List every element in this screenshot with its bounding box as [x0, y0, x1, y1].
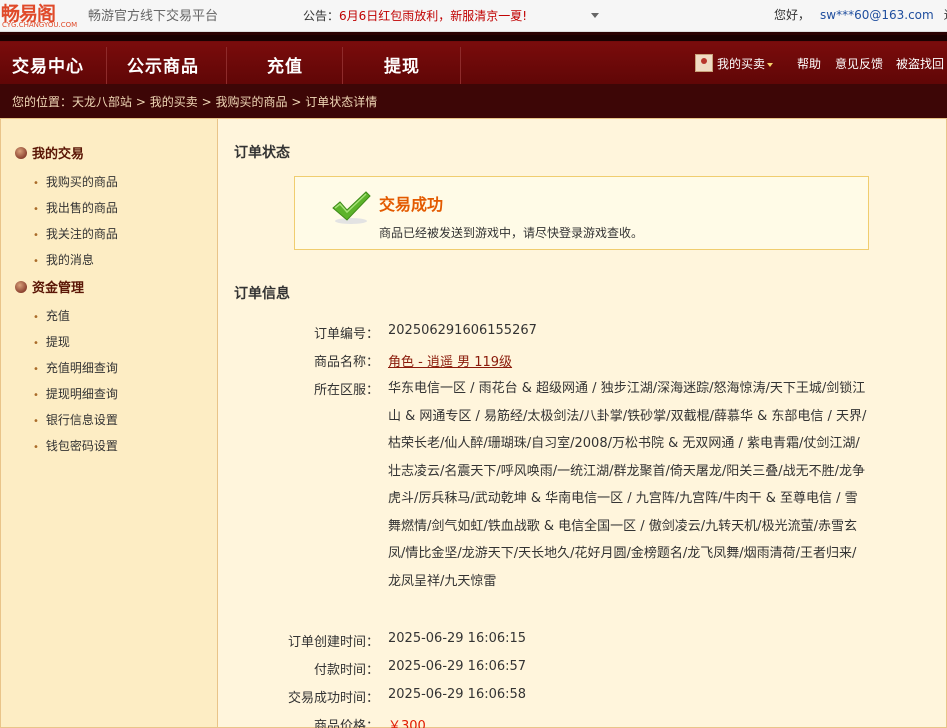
sidebar-item-label: 钱包密码设置: [45, 439, 118, 453]
nav-public-goods[interactable]: 公示商品: [127, 52, 199, 77]
sidebar-section-title: 我的交易: [32, 147, 85, 162]
breadcrumb-sep: >: [201, 95, 212, 109]
success-time-value: 2025-06-29 16:06:58: [388, 687, 527, 702]
item-name-link[interactable]: 角色 - 逍遥 男 119级: [388, 351, 512, 370]
sidebar-item-withdraw[interactable]: • 提现: [33, 333, 70, 350]
greeting-text: 您好，: [774, 8, 811, 22]
sidebar-item-recharge[interactable]: • 充值: [33, 307, 70, 324]
status-description: 商品已经被发送到游戏中，请尽快登录游戏查收。: [379, 226, 644, 240]
status-title: 交易成功: [379, 195, 444, 214]
order-info-heading: 订单信息: [234, 286, 290, 302]
order-status-heading: 订单状态: [234, 145, 290, 161]
help-link[interactable]: 帮助: [797, 55, 821, 72]
breadcrumb-sep: >: [135, 95, 146, 109]
breadcrumb: 您的位置：天龙八部站 > 我的买卖 > 我购买的商品 > 订单状态详情: [12, 93, 377, 110]
order-no-value: 202506291606155267: [388, 323, 537, 338]
sidebar-item-label: 我出售的商品: [45, 201, 118, 215]
nav-trade-center[interactable]: 交易中心: [12, 52, 84, 77]
chevron-down-icon: [767, 62, 774, 67]
platform-name: 畅游官方线下交易平台: [88, 9, 219, 24]
item-name-label: 商品名称：: [313, 355, 379, 370]
sidebar-item-label: 我购买的商品: [45, 175, 118, 189]
price-value: ￥300: [388, 719, 426, 728]
bullet-icon: •: [33, 390, 39, 401]
bullet-icon: •: [33, 178, 39, 189]
account-name[interactable]: sw***60@163.com: [820, 8, 934, 22]
nav-top-line: [0, 35, 947, 41]
bullet-icon: [15, 281, 27, 293]
bullet-icon: [15, 147, 27, 159]
breadcrumb-item[interactable]: 我购买的商品: [215, 95, 287, 109]
breadcrumb-item[interactable]: 天龙八部站: [72, 95, 132, 109]
paid-time-value: 2025-06-29 16:06:57: [388, 659, 527, 674]
main-nav: 交易中心 公示商品 充值 提现 我的买卖 帮助 意见反馈 被盗找回: [0, 32, 947, 85]
sidebar-item-label: 我的消息: [45, 253, 94, 267]
breadcrumb-current: 订单状态详情: [305, 95, 378, 109]
bullet-icon: •: [33, 230, 39, 241]
sidebar-item-label: 我关注的商品: [45, 227, 118, 241]
bullet-icon: •: [33, 442, 39, 453]
nav-divider: [460, 47, 461, 85]
sidebar-item-label: 充值: [45, 309, 70, 323]
nav-divider: [342, 47, 343, 85]
sidebar-section-my-trades[interactable]: 我的交易: [15, 143, 84, 162]
my-buy-label: 我的买卖: [717, 57, 766, 71]
sidebar-item-label: 提现明细查询: [45, 387, 118, 401]
breadcrumb-prefix: 您的位置：: [12, 95, 73, 109]
status-box: 交易成功 商品已经被发送到游戏中，请尽快登录游戏查收。: [294, 176, 869, 250]
price-label: 商品价格：: [313, 719, 379, 728]
bullet-icon: •: [33, 204, 39, 215]
success-time-label: 交易成功时间：: [287, 691, 379, 706]
theft-recovery-link[interactable]: 被盗找回: [896, 55, 944, 72]
feedback-link[interactable]: 意见反馈: [835, 55, 883, 72]
sidebar-item-bank-settings[interactable]: • 银行信息设置: [33, 411, 118, 428]
notice-dropdown-icon[interactable]: [591, 13, 599, 18]
breadcrumb-bar: 您的位置：天龙八部站 > 我的买卖 > 我购买的商品 > 订单状态详情: [0, 84, 947, 118]
created-time-label: 订单创建时间：: [287, 635, 379, 650]
breadcrumb-item[interactable]: 我的买卖: [150, 95, 198, 109]
sidebar-item-watched[interactable]: • 我关注的商品: [33, 225, 118, 242]
bullet-icon: •: [33, 256, 39, 267]
sidebar-item-label: 银行信息设置: [45, 413, 118, 427]
server-value: 华东电信一区 / 雨花台 & 超级网通 / 独步江湖/深海迷踪/怒海惊涛/天下王…: [388, 381, 867, 589]
created-time-value: 2025-06-29 16:06:15: [388, 631, 527, 646]
nav-divider: [106, 47, 107, 85]
bullet-icon: •: [33, 338, 39, 349]
sidebar-item-withdraw-history[interactable]: • 提现明细查询: [33, 385, 118, 402]
logo-sub: CYG.CHANGYOU.COM: [2, 21, 78, 29]
top-bar: 畅易阁 CYG.CHANGYOU.COM 畅游官方线下交易平台 公告：6月6日红…: [0, 0, 947, 32]
main-content: 订单状态 交易成功 商品已经被发送到游戏中，请尽快登录游戏查收。 订单信息 订单…: [218, 118, 947, 728]
paid-time-label: 付款时间：: [313, 663, 379, 678]
sidebar-section-funds[interactable]: 资金管理: [15, 277, 84, 296]
breadcrumb-sep: >: [291, 95, 302, 109]
sidebar-item-recharge-history[interactable]: • 充值明细查询: [33, 359, 118, 376]
my-buy-menu[interactable]: 我的买卖: [717, 55, 774, 72]
sidebar-item-wallet-password[interactable]: • 钱包密码设置: [33, 437, 118, 454]
notice-prefix: 公告：: [303, 9, 340, 23]
sidebar-section-title: 资金管理: [32, 281, 85, 296]
order-no-label: 订单编号：: [313, 327, 379, 342]
check-icon: [332, 191, 371, 224]
logo[interactable]: 畅易阁 CYG.CHANGYOU.COM: [0, 0, 78, 32]
server-label: 所在区服：: [313, 383, 379, 398]
nav-recharge[interactable]: 充值: [267, 52, 303, 77]
bullet-icon: •: [33, 364, 39, 375]
bullet-icon: •: [33, 312, 39, 323]
sidebar-item-label: 提现: [45, 335, 70, 349]
nav-divider: [226, 47, 227, 85]
sidebar-item-messages[interactable]: • 我的消息: [33, 251, 94, 268]
user-greeting: 您好，sw***60@163.com退出: [774, 6, 947, 23]
sidebar-item-my-sales[interactable]: • 我出售的商品: [33, 199, 118, 216]
bullet-icon: •: [33, 416, 39, 427]
sidebar-item-label: 充值明细查询: [45, 361, 118, 375]
user-avatar-icon: [695, 54, 713, 72]
sidebar-item-my-purchases[interactable]: • 我购买的商品: [33, 173, 118, 190]
sidebar: 我的交易 • 我购买的商品 • 我出售的商品 • 我关注的商品 • 我的消息 资金管理 …: [0, 118, 218, 728]
notice[interactable]: 公告：6月6日红包雨放利，新服清京一夏!: [303, 7, 527, 24]
nav-withdraw[interactable]: 提现: [384, 52, 420, 77]
notice-text[interactable]: 6月6日红包雨放利，新服清京一夏!: [339, 9, 527, 23]
